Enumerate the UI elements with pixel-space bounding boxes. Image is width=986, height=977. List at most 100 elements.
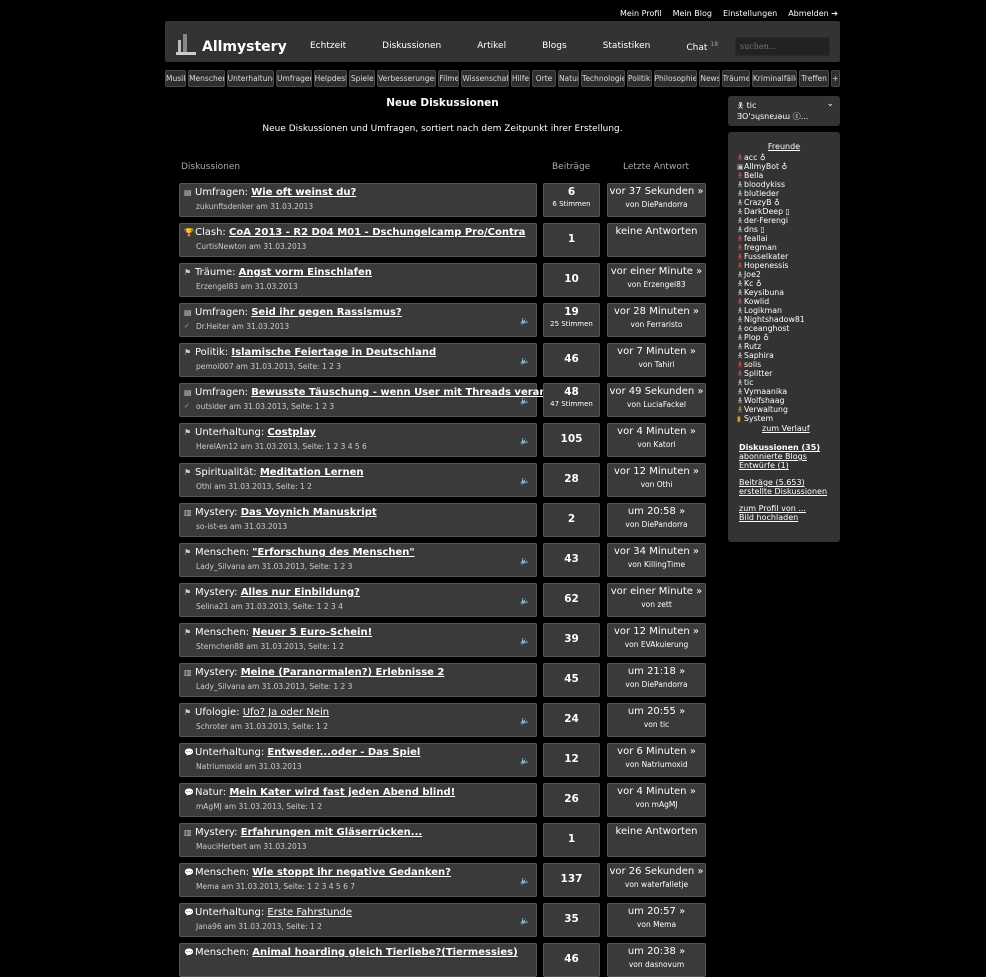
- search-input[interactable]: [735, 37, 830, 56]
- category-tab[interactable]: Kriminalfälle: [751, 70, 798, 87]
- speaker-icon[interactable]: 🔈: [520, 916, 530, 925]
- friend-item[interactable]: 🯅Plop ♁: [737, 333, 805, 342]
- friend-name[interactable]: feallai: [744, 234, 768, 243]
- category-tab[interactable]: Philosophie: [653, 70, 698, 87]
- topic-link[interactable]: Wie oft weinst du?: [251, 187, 356, 198]
- last-reply-author[interactable]: von DiePandorra: [608, 680, 705, 689]
- topic-link[interactable]: Alles nur Einbildung?: [241, 587, 360, 598]
- top-link[interactable]: Einstellungen: [723, 9, 777, 18]
- friend-item[interactable]: 🯅Logikman: [737, 306, 805, 315]
- friend-item[interactable]: 🯅oceanghost: [737, 324, 805, 333]
- category-tab[interactable]: Helpdesk: [313, 70, 348, 87]
- last-reply-time[interactable]: vor 6 Minuten »: [608, 746, 705, 757]
- last-reply-time[interactable]: vor 12 Minuten »: [608, 626, 705, 637]
- topic-link[interactable]: Entweder...oder - Das Spiel: [267, 747, 420, 758]
- top-link[interactable]: Mein Profil: [620, 9, 662, 18]
- friend-item[interactable]: 🯅Vymaanika: [737, 387, 805, 396]
- category-tab[interactable]: Treffen: [799, 70, 829, 87]
- topic-link[interactable]: Animal hoarding gleich Tierliebe?(Tierme…: [252, 947, 517, 958]
- topic-link[interactable]: Meine (Paranormalen?) Erlebnisse 2: [241, 667, 445, 678]
- last-reply-author[interactable]: von Natriumoxid: [608, 760, 705, 769]
- last-reply-cell[interactable]: vor einer Minute » von zett: [607, 583, 706, 617]
- last-reply-time[interactable]: vor 28 Minuten »: [608, 306, 705, 317]
- friend-name[interactable]: Splitter: [744, 369, 772, 378]
- last-reply-cell[interactable]: um 20:57 » von Mema: [607, 903, 706, 937]
- topic-link[interactable]: Meditation Lernen: [260, 467, 364, 478]
- friend-item[interactable]: 🯅der-Ferengi: [737, 216, 805, 225]
- friend-name[interactable]: CrazyB: [744, 198, 771, 207]
- last-reply-time[interactable]: vor einer Minute »: [608, 586, 705, 597]
- speaker-icon[interactable]: 🔈: [520, 596, 530, 605]
- friend-name[interactable]: Wolfshaag: [744, 396, 784, 405]
- category-tab[interactable]: Umfragen: [276, 70, 312, 87]
- last-reply-author[interactable]: von waterfalletje: [608, 880, 705, 889]
- last-reply-author[interactable]: von zett: [608, 600, 705, 609]
- topic-link[interactable]: Mein Kater wird fast jeden Abend blind!: [229, 787, 455, 798]
- last-reply-cell[interactable]: vor 6 Minuten » von Natriumoxid: [607, 743, 706, 777]
- friend-item[interactable]: 🯅blutleder: [737, 189, 805, 198]
- friends-heading[interactable]: Freunde: [728, 142, 840, 151]
- friend-name[interactable]: System: [744, 414, 773, 423]
- topic-cell[interactable]: ▥ Mystery: Erfahrungen mit Gläserrücken..…: [179, 823, 537, 857]
- chevron-down-icon[interactable]: ⌄: [826, 99, 834, 109]
- topic-link[interactable]: Neuer 5 Euro-Schein!: [252, 627, 372, 638]
- friend-item[interactable]: 🯅Bella: [737, 171, 805, 180]
- friend-item[interactable]: 🯅fregman: [737, 243, 805, 252]
- category-tab[interactable]: Hilfe: [510, 70, 531, 87]
- last-reply-cell[interactable]: um 21:18 » von DiePandorra: [607, 663, 706, 697]
- last-reply-time[interactable]: um 20:57 »: [608, 906, 705, 917]
- last-reply-cell[interactable]: um 20:58 » von DiePandorra: [607, 503, 706, 537]
- friend-name[interactable]: Keysibuna: [744, 288, 784, 297]
- nav-item-artikel[interactable]: Artikel: [477, 41, 506, 53]
- speaker-icon[interactable]: 🔈: [520, 356, 530, 365]
- friend-name[interactable]: oceanghost: [744, 324, 789, 333]
- topic-cell[interactable]: 💬 Unterhaltung: Erste Fahrstunde Jana96 am…: [179, 903, 537, 937]
- last-reply-author[interactable]: von Ferraristo: [608, 320, 705, 329]
- topic-cell[interactable]: 🏆 Clash: CoA 2013 - R2 D04 M01 - Dschunge…: [179, 223, 537, 257]
- friend-item[interactable]: 🯅Saphira: [737, 351, 805, 360]
- last-reply-author[interactable]: von DiePandorra: [608, 520, 705, 529]
- friend-item[interactable]: 🯅tic: [737, 378, 805, 387]
- friend-item[interactable]: 🯅solis: [737, 360, 805, 369]
- topic-cell[interactable]: ⚑ Spiritualität: Meditation Lernen Othi a…: [179, 463, 537, 497]
- friend-item[interactable]: 🯅Wolfshaag: [737, 396, 805, 405]
- nav-item-echtzeit[interactable]: Echtzeit: [310, 41, 346, 53]
- nav-item-blogs[interactable]: Blogs: [542, 41, 567, 53]
- category-tab[interactable]: Filme: [438, 70, 460, 87]
- friend-item[interactable]: 🯅Keysibuna: [737, 288, 805, 297]
- link-upload-image[interactable]: Bild hochladen: [739, 513, 827, 522]
- topic-link[interactable]: "Erforschung des Menschen": [252, 547, 414, 558]
- topic-cell[interactable]: ▥ Mystery: Meine (Paranormalen?) Erlebnis…: [179, 663, 537, 697]
- last-reply-author[interactable]: von Othi: [608, 480, 705, 489]
- category-tab[interactable]: +: [830, 70, 840, 87]
- friend-name[interactable]: blutleder: [744, 189, 779, 198]
- topic-cell[interactable]: 💬 Menschen: Animal hoarding gleich Tierli…: [179, 943, 537, 977]
- topic-cell[interactable]: ⚑ Politik: Islamische Feiertage in Deutsc…: [179, 343, 537, 377]
- link-created-discussions[interactable]: erstellte Diskussionen: [739, 487, 827, 496]
- topic-cell[interactable]: 💬 Unterhaltung: Entweder...oder - Das Spi…: [179, 743, 537, 777]
- topic-cell[interactable]: ⚑ Ufologie: Ufo? Ja oder Nein Schroter am …: [179, 703, 537, 737]
- friend-name[interactable]: bloodykiss: [744, 180, 785, 189]
- friend-name[interactable]: Bella: [744, 171, 763, 180]
- last-reply-cell[interactable]: vor 26 Sekunden » von waterfalletje: [607, 863, 706, 897]
- category-tab[interactable]: Wissenschaft: [461, 70, 509, 87]
- speaker-icon[interactable]: 🔈: [520, 756, 530, 765]
- last-reply-time[interactable]: vor 26 Sekunden »: [608, 866, 705, 877]
- topic-link[interactable]: Ufo? Ja oder Nein: [243, 707, 329, 718]
- last-reply-time[interactable]: um 20:55 »: [608, 706, 705, 717]
- last-reply-author[interactable]: von Erzengel83: [608, 280, 705, 289]
- last-reply-time[interactable]: keine Antworten: [608, 226, 705, 237]
- last-reply-time[interactable]: vor 37 Sekunden »: [608, 186, 705, 197]
- friend-item[interactable]: 🯅Fusselkater: [737, 252, 805, 261]
- speaker-icon[interactable]: 🔈: [520, 876, 530, 885]
- topic-link[interactable]: Wie stoppt ihr negative Gedanken?: [252, 867, 451, 878]
- friend-item[interactable]: 🯅Nightshadow81: [737, 315, 805, 324]
- last-reply-cell[interactable]: um 20:38 » von dasnovum: [607, 943, 706, 977]
- last-reply-time[interactable]: vor einer Minute »: [608, 266, 705, 277]
- friend-item[interactable]: 🯅Kc ♁: [737, 279, 805, 288]
- topic-link[interactable]: Islamische Feiertage in Deutschland: [231, 347, 436, 358]
- link-subscribed-blogs[interactable]: abonnierte Blogs: [739, 452, 827, 461]
- category-tab[interactable]: Menschen: [188, 70, 225, 87]
- last-reply-time[interactable]: keine Antworten: [608, 826, 705, 837]
- topic-link[interactable]: Das Voynich Manuskript: [241, 507, 377, 518]
